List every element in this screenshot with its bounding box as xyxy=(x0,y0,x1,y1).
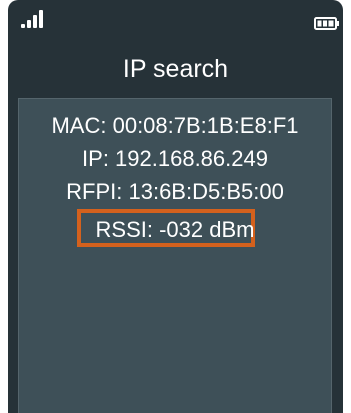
signal-strength-icon xyxy=(21,10,43,28)
ip-info-panel: MAC: 00:08:7B:1B:E8:F1 IP: 192.168.86.24… xyxy=(18,98,332,413)
device-screen: IP search MAC: 00:08:7B:1B:E8:F1 IP: 192… xyxy=(8,0,343,413)
screen-title: IP search xyxy=(122,55,229,83)
rssi-text: RSSI: -032 dBm xyxy=(95,217,255,242)
rfpi-text: RFPI: 13:6B:D5:B5:00 xyxy=(66,179,284,204)
battery-full-icon xyxy=(314,17,339,30)
mac-address-text: MAC: 00:08:7B:1B:E8:F1 xyxy=(51,113,299,138)
ip-address-text: IP: 192.168.86.249 xyxy=(82,146,268,171)
status-bar xyxy=(8,0,343,42)
